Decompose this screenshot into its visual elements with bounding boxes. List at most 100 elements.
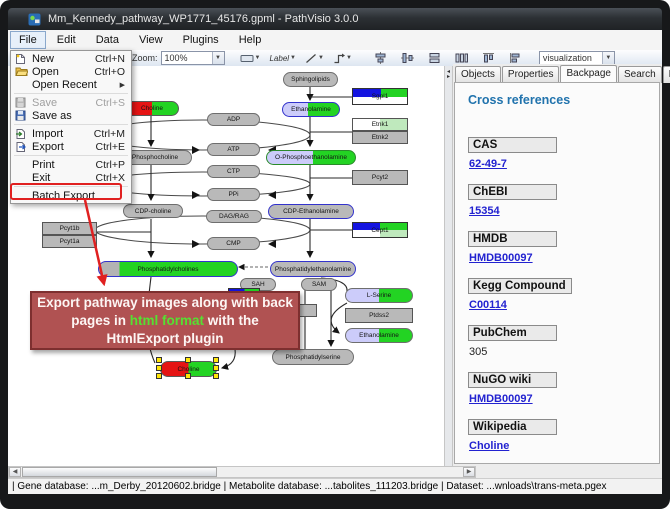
- line-dropdown-button[interactable]: ▼: [302, 51, 327, 66]
- pathway-node-o-phosphoethanolamine[interactable]: O-Phosphoethanolamine: [266, 150, 356, 165]
- label-dropdown-button[interactable]: Label ▼: [266, 51, 299, 66]
- tab-backpage[interactable]: Backpage: [560, 65, 616, 82]
- zoom-combobox[interactable]: 100% ▼: [161, 51, 225, 65]
- menu-item-label: Open Recent: [32, 79, 97, 91]
- selection-handle[interactable]: [156, 357, 162, 363]
- pathway-node-etnk2[interactable]: Etnk2: [352, 131, 408, 144]
- file-menu-item-save[interactable]: SaveCtrl+S: [11, 96, 131, 109]
- visualization-combobox[interactable]: visualization ▼: [539, 51, 615, 65]
- file-menu-item-export[interactable]: ExportCtrl+E: [11, 140, 131, 153]
- connector-dropdown-button[interactable]: ▼: [330, 51, 355, 66]
- selection-handle[interactable]: [213, 357, 219, 363]
- xref-section-title: NuGO wiki: [468, 372, 557, 388]
- xref-section-title: ChEBI: [468, 184, 557, 200]
- selection-handle[interactable]: [185, 357, 191, 363]
- horizontal-scrollbar[interactable]: ◀ ▶: [8, 466, 476, 478]
- pathway-node-ppi[interactable]: PPi: [207, 188, 260, 201]
- selection-handle[interactable]: [213, 373, 219, 379]
- menu-view[interactable]: View: [130, 31, 172, 49]
- menu-help[interactable]: Help: [230, 31, 271, 49]
- backpage-panel: Cross references CAS62-49-7ChEBI15354HMD…: [454, 82, 660, 464]
- file-menu-item-exit[interactable]: ExitCtrl+X: [11, 171, 131, 184]
- pathway-node-ethanolamine[interactable]: Ethanolamine: [345, 328, 413, 343]
- pathway-node-pcyt2[interactable]: Pcyt2: [352, 170, 408, 185]
- selection-handle[interactable]: [213, 365, 219, 371]
- file-menu-item-open[interactable]: OpenCtrl+O: [11, 65, 131, 78]
- xref-link[interactable]: 15354: [469, 205, 500, 217]
- xref-value: 305: [469, 346, 659, 358]
- xref-link[interactable]: C00114: [469, 299, 507, 311]
- pathway-node-ctp[interactable]: CTP: [207, 165, 260, 178]
- menu-shortcut: Ctrl+M: [94, 128, 125, 140]
- pathway-node-pcyt1a[interactable]: Pcyt1a: [42, 235, 97, 248]
- menu-edit[interactable]: Edit: [48, 31, 85, 49]
- file-menu-item-import[interactable]: ImportCtrl+M: [11, 127, 131, 140]
- status-text: | Gene database: ...m_Derby_20120602.bri…: [12, 481, 606, 492]
- file-menu-item-new[interactable]: NewCtrl+N: [11, 52, 131, 65]
- scroll-right-icon[interactable]: ▶: [463, 467, 475, 477]
- title-bar[interactable]: Mm_Kennedy_pathway_WP1771_45176.gpml - P…: [8, 8, 662, 30]
- xref-value: HMDB00097: [469, 393, 659, 405]
- menu-shortcut: Ctrl+X: [96, 172, 125, 184]
- tab-legend[interactable]: Legend: [663, 66, 670, 83]
- pathway-node-cept1[interactable]: Cept1: [352, 222, 408, 238]
- pathway-node-ethanolamine[interactable]: Ethanolamine: [282, 102, 340, 117]
- menu-separator: [14, 155, 128, 156]
- save-icon: [15, 97, 28, 109]
- menu-separator: [14, 124, 128, 125]
- tab-properties[interactable]: Properties: [502, 66, 560, 83]
- save-as-icon: [15, 110, 28, 122]
- file-menu-item-save-as[interactable]: Save as: [11, 109, 131, 122]
- pathway-node-etnk1[interactable]: Etnk1: [352, 118, 408, 131]
- scroll-left-icon[interactable]: ◀: [9, 467, 21, 477]
- pathway-node-l-serine[interactable]: L-Serine: [345, 288, 413, 303]
- align-vertical-center-button[interactable]: [371, 51, 390, 66]
- file-menu-item-open-recent[interactable]: Open Recent▶: [11, 78, 131, 91]
- pathway-node-dag-rag[interactable]: DAG/RAG: [206, 210, 262, 223]
- pathway-node-phosphatidylcholines[interactable]: Phosphatidylcholines: [98, 261, 238, 277]
- xref-value: 15354: [469, 205, 659, 217]
- menu-item-label: Export: [32, 141, 64, 153]
- status-bar: | Gene database: ...m_Derby_20120602.bri…: [8, 478, 662, 494]
- xref-link[interactable]: Choline: [469, 440, 509, 452]
- pathway-node-ptdss2[interactable]: Ptdss2: [345, 308, 413, 323]
- xref-section-title: Kegg Compound: [468, 278, 572, 294]
- xref-link[interactable]: HMDB00097: [469, 252, 533, 264]
- pathway-node-sphingolipids[interactable]: Sphingolipids: [283, 72, 338, 87]
- pathway-node-cdp-ethanolamine[interactable]: CDP-Ethanolamine: [268, 204, 354, 219]
- file-menu-item-print[interactable]: PrintCtrl+P: [11, 158, 131, 171]
- pathway-node-pcyt1b[interactable]: Pcyt1b: [42, 222, 97, 235]
- panel-splitter[interactable]: ◂▸: [444, 66, 453, 466]
- pathway-node-sgpl1[interactable]: Sgpl1: [352, 88, 408, 105]
- xref-value: C00114: [469, 299, 659, 311]
- pathway-node-phosphatidylethanolamine[interactable]: Phosphatidylethanolamine: [270, 261, 356, 277]
- menu-plugins[interactable]: Plugins: [174, 31, 228, 49]
- pathway-node-atp[interactable]: ATP: [207, 143, 260, 156]
- menu-data[interactable]: Data: [87, 31, 128, 49]
- pathway-node-cmp[interactable]: CMP: [207, 237, 260, 250]
- selection-handle[interactable]: [156, 365, 162, 371]
- callout-line1: Export pathway images along with back: [32, 294, 298, 312]
- file-menu-item-batch-export[interactable]: Batch Export: [11, 189, 131, 202]
- datanode-dropdown-button[interactable]: ▼: [237, 51, 264, 66]
- align-horizontal-center-button[interactable]: [398, 51, 417, 66]
- xref-link[interactable]: HMDB00097: [469, 393, 533, 405]
- pathway-node-cdp-choline[interactable]: CDP-choline: [123, 204, 183, 218]
- menu-file[interactable]: File: [10, 31, 46, 49]
- selection-handle[interactable]: [156, 373, 162, 379]
- pathway-node-choline[interactable]: Choline: [125, 101, 179, 116]
- tab-search[interactable]: Search: [618, 66, 662, 83]
- selection-handle[interactable]: [185, 373, 191, 379]
- xref-link[interactable]: 62-49-7: [469, 158, 507, 170]
- xref-value: HMDB00097: [469, 252, 659, 264]
- scrollbar-thumb[interactable]: [22, 467, 217, 477]
- stack-vertical-button[interactable]: [425, 51, 444, 66]
- menu-separator: [14, 93, 128, 94]
- app-icon: [28, 13, 41, 26]
- pathway-node-adp[interactable]: ADP: [207, 113, 260, 126]
- new-file-icon: [15, 53, 28, 65]
- file-menu: NewCtrl+NOpenCtrl+OOpen Recent▶ SaveCtrl+…: [10, 50, 132, 204]
- tab-objects[interactable]: Objects: [455, 66, 501, 83]
- pathway-node-phosphatidylserine[interactable]: Phosphatidylserine: [272, 349, 354, 365]
- pathway-node-sam[interactable]: SAM: [301, 278, 337, 291]
